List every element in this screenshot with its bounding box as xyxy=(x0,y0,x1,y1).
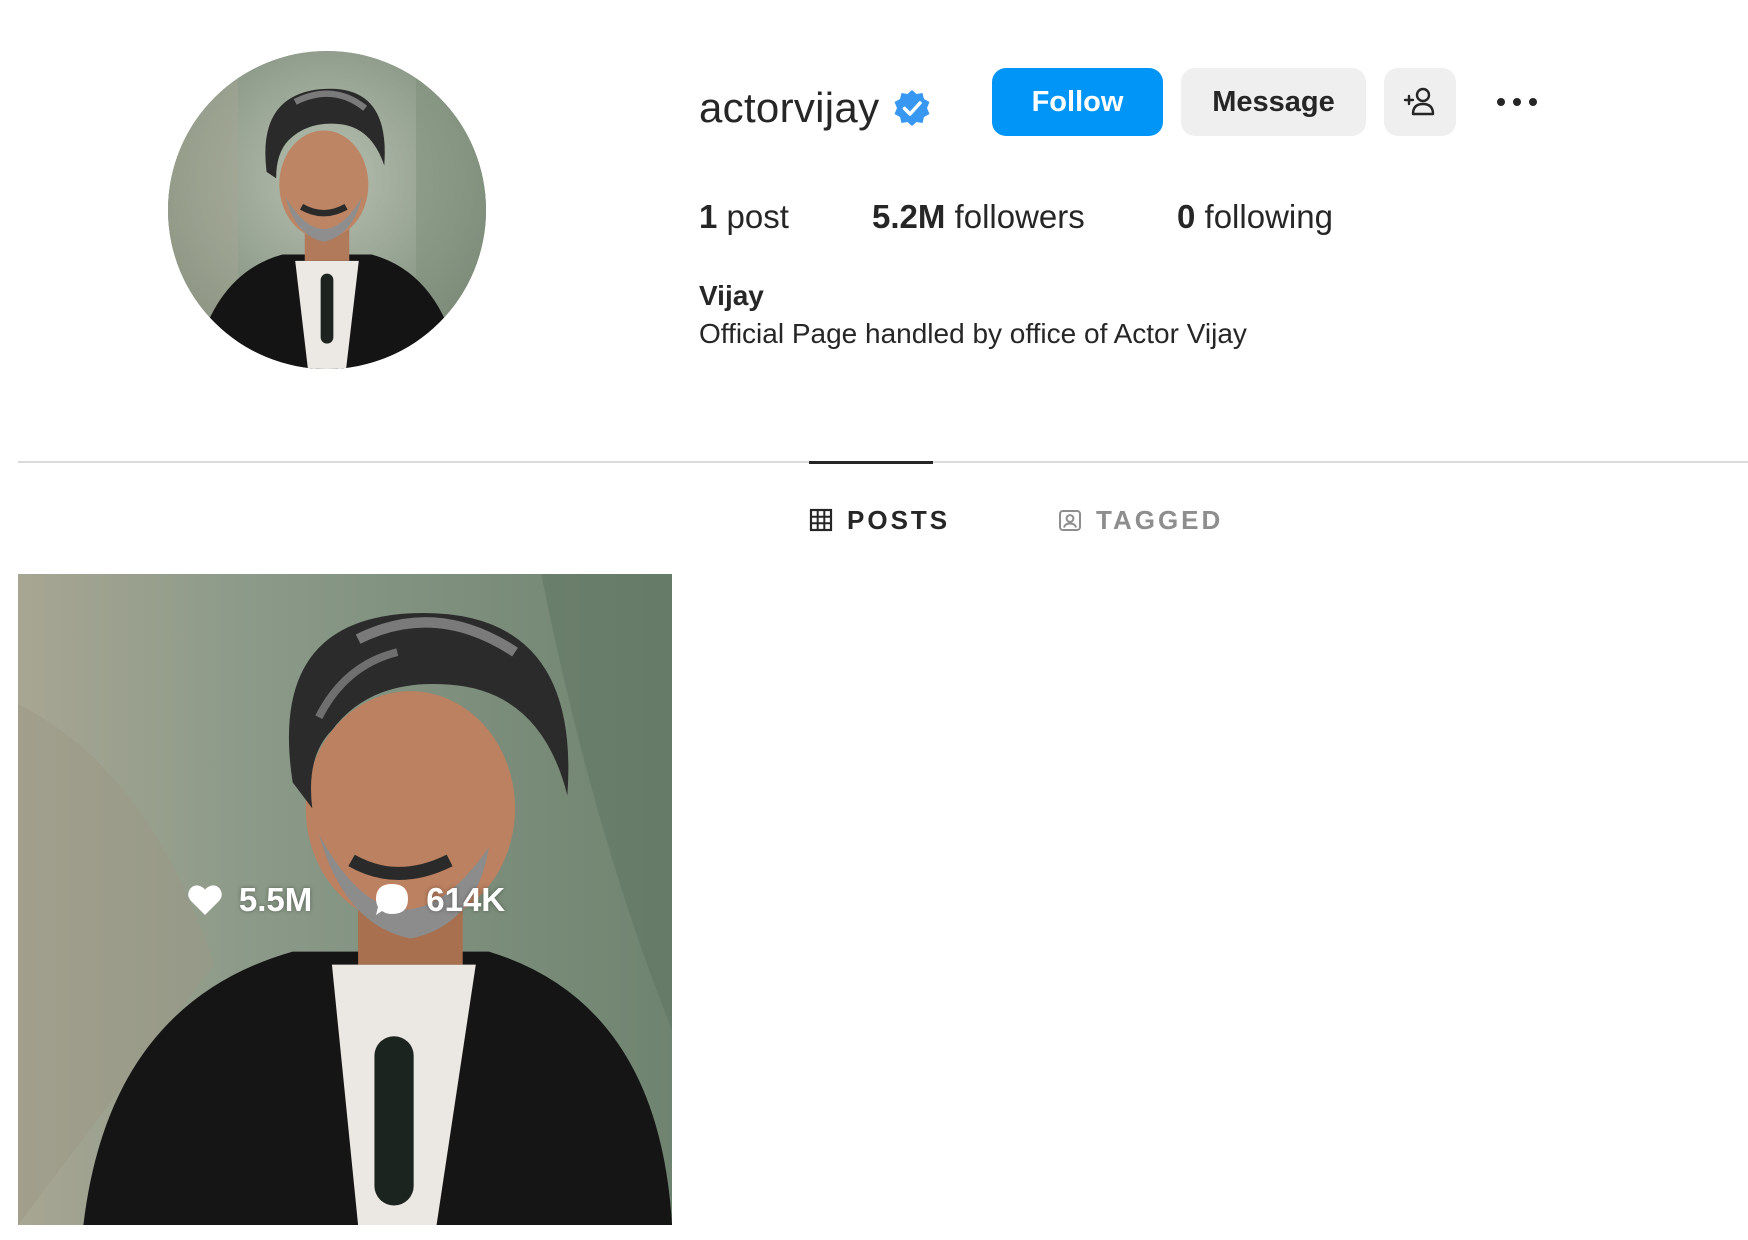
post-comments: 614K xyxy=(372,880,505,920)
post-thumbnail[interactable]: 5.5M 614K xyxy=(18,574,672,1225)
profile-avatar[interactable] xyxy=(168,51,486,369)
suggested-accounts-button[interactable] xyxy=(1384,68,1456,136)
verified-badge-icon xyxy=(894,90,930,126)
more-options-icon[interactable] xyxy=(1490,84,1544,120)
profile-full-name: Vijay xyxy=(699,280,764,311)
tab-tagged[interactable]: TAGGED xyxy=(1058,502,1223,538)
follow-button[interactable]: Follow xyxy=(992,68,1163,136)
tab-posts-label: POSTS xyxy=(847,504,951,535)
tab-tagged-label: TAGGED xyxy=(1096,504,1224,535)
tagged-icon xyxy=(1059,510,1081,531)
posts-count-value: 1 xyxy=(699,198,718,235)
grid-icon xyxy=(809,508,833,532)
heart-icon xyxy=(188,884,222,915)
add-person-icon xyxy=(1403,87,1435,116)
profile-username: actorvijay xyxy=(699,84,880,131)
message-button[interactable]: Message xyxy=(1181,68,1366,136)
post-hover-overlay: 5.5M 614K xyxy=(18,574,672,1225)
tab-posts[interactable]: POSTS xyxy=(809,502,950,538)
posts-count: 1 post xyxy=(699,193,789,241)
profile-bio: Official Page handled by office of Actor… xyxy=(699,318,1247,349)
post-comments-count: 614K xyxy=(426,880,506,918)
avatar-photo xyxy=(168,51,486,369)
followers-count-label: followers xyxy=(954,198,1085,235)
followers-link[interactable]: 5.2M followers xyxy=(872,193,1085,241)
following-count-label: following xyxy=(1204,198,1333,235)
followers-count-value: 5.2M xyxy=(872,198,946,235)
post-likes: 5.5M xyxy=(185,880,312,920)
post-likes-count: 5.5M xyxy=(238,880,313,918)
following-count-value: 0 xyxy=(1177,198,1196,235)
comment-icon xyxy=(376,883,409,915)
following-link[interactable]: 0 following xyxy=(1177,193,1333,241)
active-tab-indicator xyxy=(809,461,933,464)
posts-count-label: post xyxy=(726,198,789,235)
